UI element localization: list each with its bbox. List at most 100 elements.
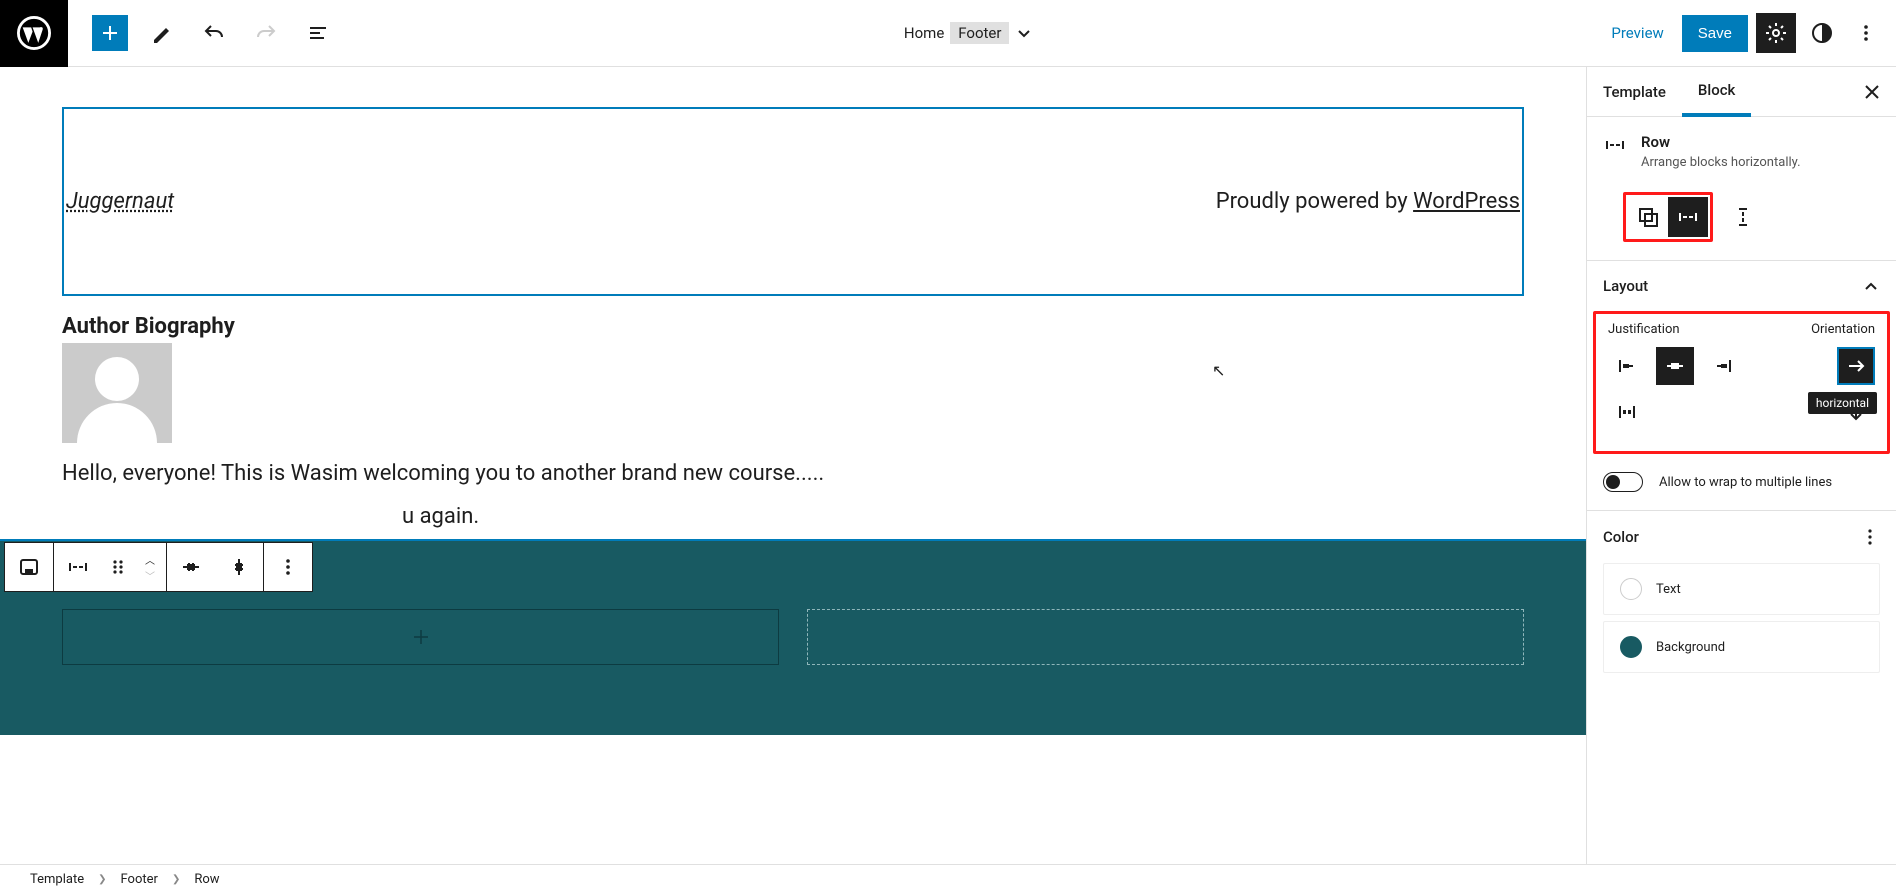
justify-center-icon bbox=[179, 555, 203, 579]
author-bio-heading[interactable]: Author Biography bbox=[62, 314, 1524, 339]
group-icon bbox=[17, 555, 41, 579]
layout-panel-header[interactable]: Layout bbox=[1587, 261, 1896, 311]
editor-canvas[interactable]: Juggernaut Proudly powered by WordPress … bbox=[0, 67, 1586, 864]
vertical-align-icon bbox=[227, 555, 251, 579]
block-variation-picker bbox=[1587, 186, 1896, 260]
close-sidebar-button[interactable] bbox=[1848, 83, 1896, 101]
drag-handle[interactable] bbox=[102, 543, 134, 591]
chevron-right-icon: ❯ bbox=[172, 874, 180, 885]
variation-row-button[interactable] bbox=[1668, 197, 1708, 237]
justify-space-between-icon bbox=[1615, 400, 1639, 424]
half-circle-icon bbox=[1811, 22, 1833, 44]
kebab-icon[interactable] bbox=[1860, 527, 1880, 547]
background-color-swatch bbox=[1620, 636, 1642, 658]
undo-icon bbox=[203, 22, 225, 44]
breadcrumb-template[interactable]: Template bbox=[30, 872, 84, 887]
color-text-label: Text bbox=[1656, 582, 1681, 597]
wordpress-logo[interactable] bbox=[0, 0, 68, 67]
color-text-row[interactable]: Text bbox=[1603, 563, 1880, 615]
wrap-toggle-label: Allow to wrap to multiple lines bbox=[1659, 475, 1832, 490]
stack-variation-icon bbox=[1731, 205, 1755, 229]
parent-group-button[interactable] bbox=[5, 543, 53, 591]
save-button[interactable]: Save bbox=[1682, 15, 1748, 52]
justify-left-icon bbox=[1615, 354, 1639, 378]
close-icon bbox=[1863, 83, 1881, 101]
move-down-icon[interactable]: ﹀ bbox=[145, 567, 155, 583]
justify-right-icon bbox=[1711, 354, 1735, 378]
block-breadcrumb: Template ❯ Footer ❯ Row bbox=[0, 864, 1896, 894]
sidebar-tabs: Template Block bbox=[1587, 67, 1896, 117]
block-toolbar: ︿ ﹀ bbox=[4, 542, 313, 592]
tab-template[interactable]: Template bbox=[1587, 67, 1682, 117]
block-mover[interactable]: ︿ ﹀ bbox=[134, 543, 166, 591]
variation-stack-button[interactable] bbox=[1723, 197, 1763, 237]
kebab-icon bbox=[277, 556, 299, 578]
layout-panel-body: Justification Orientation bbox=[1593, 311, 1890, 454]
settings-button[interactable] bbox=[1756, 13, 1796, 53]
vertical-align-button[interactable] bbox=[215, 543, 263, 591]
preview-link[interactable]: Preview bbox=[1601, 24, 1673, 42]
orientation-horizontal-button[interactable] bbox=[1837, 347, 1875, 385]
wordpress-link[interactable]: WordPress bbox=[1413, 189, 1520, 214]
chevron-down-icon bbox=[1015, 24, 1033, 42]
plus-icon bbox=[411, 627, 431, 647]
more-options-button[interactable] bbox=[1848, 15, 1884, 51]
justify-center-hz-button[interactable] bbox=[167, 543, 215, 591]
justify-center-icon bbox=[1663, 354, 1687, 378]
justify-left-button[interactable] bbox=[1608, 347, 1646, 385]
redo-button[interactable] bbox=[248, 15, 284, 51]
variation-group-button[interactable] bbox=[1628, 197, 1668, 237]
arrow-right-icon bbox=[1846, 356, 1866, 376]
document-title[interactable]: Home Footer bbox=[336, 22, 1601, 44]
hello-again-text[interactable]: u again. bbox=[62, 504, 1524, 529]
row-block-selected[interactable]: Juggernaut Proudly powered by WordPress … bbox=[62, 107, 1524, 296]
block-card-title: Row bbox=[1641, 133, 1817, 151]
mouse-cursor-icon: ↖ bbox=[1212, 361, 1225, 380]
justification-label: Justification bbox=[1608, 322, 1742, 337]
powered-by-text: Proudly powered by WordPress bbox=[1216, 189, 1522, 214]
undo-button[interactable] bbox=[196, 15, 232, 51]
list-view-button[interactable] bbox=[300, 15, 336, 51]
styles-button[interactable] bbox=[1804, 15, 1840, 51]
justify-space-between-button[interactable] bbox=[1608, 393, 1646, 431]
bio-paragraph[interactable]: Hello, everyone! This is Wasim welcoming… bbox=[62, 461, 1524, 486]
chevron-up-icon bbox=[1862, 277, 1880, 295]
tab-block[interactable]: Block bbox=[1682, 67, 1751, 117]
justify-center-button[interactable] bbox=[1656, 347, 1694, 385]
block-appender-left[interactable] bbox=[62, 609, 779, 665]
list-view-icon bbox=[307, 22, 329, 44]
powered-prefix: Proudly powered by bbox=[1216, 189, 1413, 214]
kebab-icon bbox=[1855, 22, 1877, 44]
author-avatar[interactable] bbox=[62, 343, 172, 443]
drag-icon bbox=[110, 557, 126, 577]
redo-icon bbox=[255, 22, 277, 44]
block-card: Row Arrange blocks horizontally. bbox=[1587, 117, 1896, 186]
move-up-icon[interactable]: ︿ bbox=[145, 551, 155, 567]
color-panel-header[interactable]: Color bbox=[1587, 511, 1896, 563]
color-background-row[interactable]: Background bbox=[1603, 621, 1880, 673]
block-appender-right[interactable] bbox=[807, 609, 1524, 665]
row-block-type-button[interactable] bbox=[54, 543, 102, 591]
add-block-button[interactable] bbox=[92, 15, 128, 51]
color-heading: Color bbox=[1603, 528, 1639, 546]
toolbar-left bbox=[68, 15, 336, 51]
row-variation-icon bbox=[1676, 205, 1700, 229]
site-title[interactable]: Juggernaut bbox=[64, 189, 174, 214]
breadcrumb-row[interactable]: Row bbox=[194, 872, 219, 887]
text-color-swatch bbox=[1620, 578, 1642, 600]
block-more-options[interactable] bbox=[264, 543, 312, 591]
settings-sidebar: Template Block Row Arrange blocks horizo… bbox=[1586, 67, 1896, 864]
plus-icon bbox=[98, 21, 122, 45]
toolbar-right: Preview Save bbox=[1601, 13, 1896, 53]
variation-highlight bbox=[1623, 192, 1713, 242]
orientation-label: Orientation bbox=[1762, 322, 1875, 337]
main-area: Juggernaut Proudly powered by WordPress … bbox=[0, 67, 1896, 864]
row-icon bbox=[1603, 133, 1627, 157]
justify-right-button[interactable] bbox=[1704, 347, 1742, 385]
edit-tools-button[interactable] bbox=[144, 15, 180, 51]
breadcrumb-footer[interactable]: Footer bbox=[121, 872, 158, 887]
chevron-right-icon: ❯ bbox=[98, 874, 106, 885]
orientation-tooltip: horizontal bbox=[1808, 392, 1877, 414]
wrap-toggle[interactable] bbox=[1603, 472, 1643, 492]
block-card-desc: Arrange blocks horizontally. bbox=[1641, 155, 1817, 186]
